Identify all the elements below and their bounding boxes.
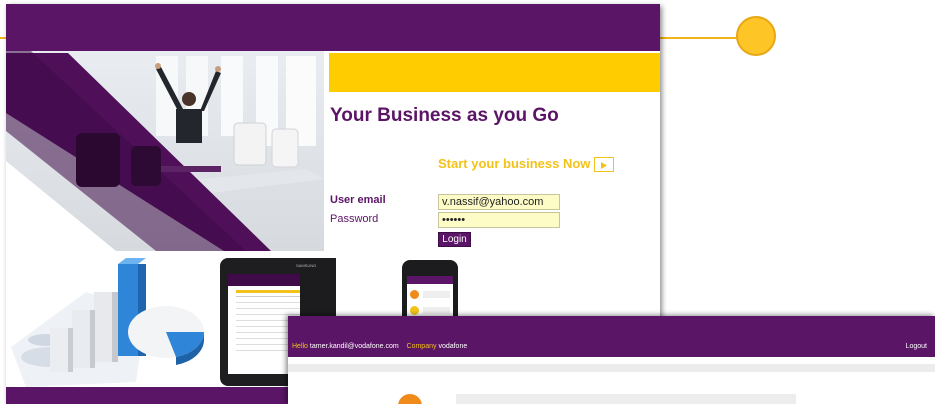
dashboard-subbar (288, 364, 935, 372)
dashboard-header-bar (288, 316, 935, 357)
company-label: Company (406, 343, 437, 350)
user-greeting: Hello tamer.kandil@vodafone.com Company … (292, 343, 467, 350)
start-business-link[interactable]: Start your business Now (438, 156, 590, 171)
user-email: tamer.kandil@vodafone.com (309, 343, 399, 350)
tablet-brand-label: SAMSUNG (296, 263, 317, 268)
password-field[interactable] (438, 212, 560, 228)
decorative-circle (736, 16, 776, 56)
promo-illustrations (6, 252, 394, 392)
hero-photo (6, 51, 324, 251)
dashboard-orange-icon (398, 394, 422, 404)
headline: Your Business as you Go (330, 105, 559, 126)
top-header-bar (6, 4, 660, 51)
email-field[interactable] (438, 194, 560, 210)
login-button[interactable]: Login (438, 232, 471, 247)
connector-line-right (660, 37, 738, 39)
play-icon[interactable] (594, 157, 614, 172)
company-name: vodafone (438, 343, 468, 350)
password-label: Password (330, 213, 379, 225)
dashboard-screen-card: Hello tamer.kandil@vodafone.com Company … (288, 316, 935, 404)
dashboard-content-box (456, 394, 796, 404)
yellow-banner (329, 53, 660, 92)
hello-label: Hello (292, 343, 308, 350)
logout-link[interactable]: Logout (906, 343, 927, 350)
email-label: User email (330, 194, 386, 206)
